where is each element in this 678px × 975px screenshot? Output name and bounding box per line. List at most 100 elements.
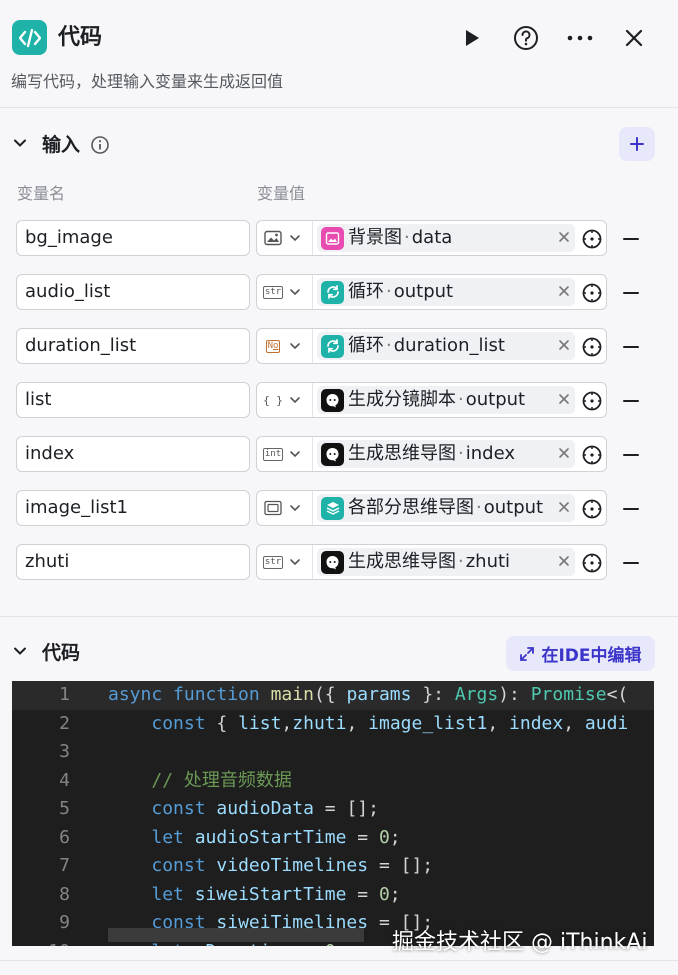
code-line: 1 async function main({ params }: Args): … bbox=[12, 681, 654, 710]
variable-reference-tag[interactable]: 生成分镜脚本 · output bbox=[317, 386, 575, 414]
type-select[interactable]: str bbox=[257, 545, 313, 579]
source-variable-name: output bbox=[393, 281, 454, 302]
type-select[interactable]: No bbox=[257, 329, 313, 363]
code-node-icon bbox=[12, 20, 47, 55]
teal-loop-icon bbox=[321, 334, 344, 358]
chevron-down-icon bbox=[290, 235, 300, 242]
select-reference-icon[interactable] bbox=[581, 336, 603, 358]
remove-row-icon[interactable] bbox=[622, 500, 640, 518]
remove-row-icon[interactable] bbox=[622, 392, 640, 410]
select-reference-icon[interactable] bbox=[581, 282, 603, 304]
variable-reference-tag[interactable]: 各部分思维导图 · output bbox=[317, 494, 575, 522]
info-icon[interactable] bbox=[90, 135, 110, 159]
clear-reference-icon[interactable] bbox=[557, 338, 571, 352]
type-select[interactable] bbox=[257, 491, 313, 525]
input-section-title: 输入 bbox=[42, 134, 81, 156]
clear-reference-icon[interactable] bbox=[557, 230, 571, 244]
image-array-type-icon bbox=[263, 499, 283, 517]
code-section-title: 代码 bbox=[42, 642, 81, 664]
variable-name-input[interactable]: zhuti bbox=[16, 544, 250, 580]
chevron-down-icon bbox=[290, 397, 300, 404]
clear-reference-icon[interactable] bbox=[557, 392, 571, 406]
remove-row-icon[interactable] bbox=[622, 338, 640, 356]
variable-reference-tag[interactable]: 背景图 · data bbox=[317, 224, 575, 252]
variable-reference-tag[interactable]: 循环 · output bbox=[317, 278, 575, 306]
type-select[interactable]: int bbox=[257, 437, 313, 471]
select-reference-icon[interactable] bbox=[581, 444, 603, 466]
edit-in-ide-button[interactable]: 在IDE中编辑 bbox=[506, 636, 655, 671]
variable-value-field: 各部分思维导图 · output bbox=[256, 490, 607, 526]
plus-icon bbox=[630, 137, 644, 151]
type-select[interactable]: { } bbox=[257, 383, 313, 417]
line-number: 6 bbox=[59, 826, 70, 848]
line-number: 5 bbox=[59, 798, 70, 819]
code-editor[interactable]: 1 async function main({ params }: Args): … bbox=[12, 681, 654, 946]
variable-value-field: No 循环 · duration_list bbox=[256, 328, 607, 364]
source-node-name: 背景图 bbox=[348, 227, 402, 248]
input-row: audio_list str 循环 · output bbox=[0, 274, 678, 312]
clear-reference-icon[interactable] bbox=[557, 554, 571, 568]
image-type-icon bbox=[263, 229, 283, 247]
remove-row-icon[interactable] bbox=[622, 554, 640, 572]
input-row: duration_list No 循环 · duration_list bbox=[0, 328, 678, 366]
clear-reference-icon[interactable] bbox=[557, 284, 571, 298]
panel-header: 代码 编写代码，处理输入变量来生成返回值 bbox=[0, 0, 678, 108]
bottom-edge bbox=[0, 960, 678, 975]
collapse-toggle-input[interactable] bbox=[12, 135, 28, 155]
black-bot-icon bbox=[321, 388, 344, 412]
chevron-down-icon bbox=[290, 559, 300, 566]
remove-row-icon[interactable] bbox=[622, 446, 640, 464]
teal-loop-icon bbox=[321, 280, 344, 304]
source-variable-name: zhuti bbox=[465, 551, 511, 572]
clear-reference-icon[interactable] bbox=[557, 500, 571, 514]
variable-name-input[interactable]: bg_image bbox=[16, 220, 250, 256]
input-row: index int 生成思维导图 · index bbox=[0, 436, 678, 474]
variable-name-input[interactable]: list bbox=[16, 382, 250, 418]
variable-name-input[interactable]: image_list1 bbox=[16, 490, 250, 526]
select-reference-icon[interactable] bbox=[581, 390, 603, 412]
collapse-toggle-code[interactable] bbox=[12, 643, 28, 663]
input-row: bg_image 背景图 · data bbox=[0, 220, 678, 258]
variable-name-input[interactable]: audio_list bbox=[16, 274, 250, 310]
column-header-value: 变量值 bbox=[257, 184, 306, 203]
select-reference-icon[interactable] bbox=[581, 498, 603, 520]
teal-layers-icon bbox=[321, 496, 344, 520]
remove-row-icon[interactable] bbox=[622, 284, 640, 302]
close-button[interactable] bbox=[618, 22, 650, 54]
horizontal-scrollbar[interactable] bbox=[108, 928, 364, 942]
watermark: 掘金技术社区 @ iThinkAi bbox=[392, 930, 648, 955]
more-button[interactable] bbox=[564, 22, 596, 54]
source-node-name: 生成思维导图 bbox=[348, 443, 456, 464]
select-reference-icon[interactable] bbox=[581, 552, 603, 574]
input-section-header: 输入 bbox=[0, 125, 678, 165]
chevron-down-icon bbox=[290, 343, 300, 350]
close-icon bbox=[625, 29, 643, 47]
code-line: 8 let siweiStartTime = 0; bbox=[12, 881, 654, 910]
input-row: list { } 生成分镜脚本 · output bbox=[0, 382, 678, 420]
code-line: 4 // 处理音频数据 bbox=[12, 767, 654, 796]
variable-reference-tag[interactable]: 生成思维导图 · zhuti bbox=[317, 548, 575, 576]
help-button[interactable] bbox=[510, 22, 542, 54]
variable-value-field: str 生成思维导图 · zhuti bbox=[256, 544, 607, 580]
variable-name-input[interactable]: duration_list bbox=[16, 328, 250, 364]
variable-reference-tag[interactable]: 循环 · duration_list bbox=[317, 332, 575, 360]
source-node-name: 各部分思维导图 bbox=[348, 497, 474, 518]
expand-icon bbox=[520, 646, 535, 661]
str-type-icon: str bbox=[262, 285, 284, 299]
code-line: 5 const audioData = []; bbox=[12, 795, 654, 824]
line-number: 1 bbox=[59, 684, 70, 705]
add-input-button[interactable] bbox=[619, 127, 655, 161]
play-icon bbox=[466, 30, 479, 46]
line-number: 9 bbox=[59, 912, 70, 933]
line-number: 2 bbox=[59, 712, 70, 734]
run-button[interactable] bbox=[456, 22, 488, 54]
remove-row-icon[interactable] bbox=[622, 230, 640, 248]
select-reference-icon[interactable] bbox=[581, 228, 603, 250]
chevron-down-icon bbox=[14, 139, 26, 147]
variable-name-input[interactable]: index bbox=[16, 436, 250, 472]
source-node-name: 循环 bbox=[348, 335, 384, 356]
type-select[interactable] bbox=[257, 221, 313, 255]
type-select[interactable]: str bbox=[257, 275, 313, 309]
variable-reference-tag[interactable]: 生成思维导图 · index bbox=[317, 440, 575, 468]
clear-reference-icon[interactable] bbox=[557, 446, 571, 460]
